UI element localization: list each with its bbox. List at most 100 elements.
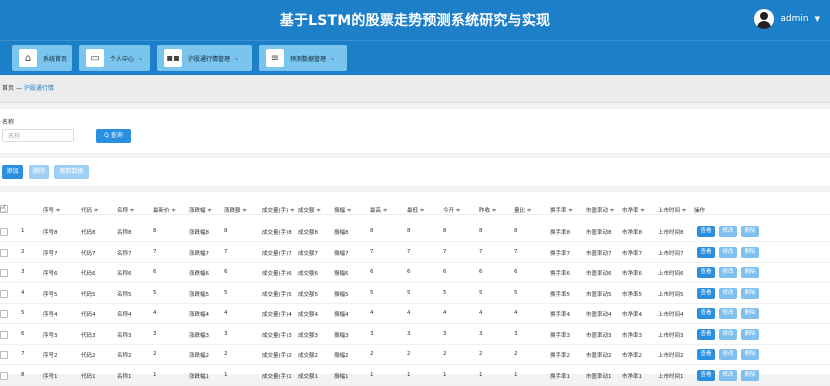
table-cell: 市盈率动5 <box>586 291 612 298</box>
nav-item-market-management[interactable]: ▪▪ 沪股通行情管理 ⌄ <box>157 45 252 71</box>
table-cell: 序号5 <box>43 291 58 298</box>
nav-item-home[interactable]: ⌂ 系统首页 <box>12 45 72 71</box>
row-edit-button[interactable]: 修改 <box>719 246 737 258</box>
row-edit-button[interactable]: 修改 <box>719 369 737 381</box>
row-view-button[interactable]: 查看 <box>697 287 715 299</box>
chevron-down-icon: ⌄ <box>138 54 144 62</box>
table-cell: 涨跌幅8 <box>189 230 209 236</box>
row-checkbox[interactable] <box>0 371 8 380</box>
column-header[interactable]: 成交额 ≑ <box>298 206 321 214</box>
column-header[interactable]: 量比 ≑ <box>514 206 531 214</box>
row-divider <box>0 384 830 386</box>
row-checkbox[interactable] <box>0 330 8 339</box>
row-edit-button[interactable]: 修改 <box>719 267 737 278</box>
table-cell: 换手率5 <box>550 291 570 298</box>
row-edit-button[interactable]: 修改 <box>719 308 737 319</box>
fetch-data-button[interactable]: 爬取数据 <box>54 165 89 179</box>
nav-item-prediction-management[interactable]: ≡ 预测数据管理 ⌄ <box>259 45 347 71</box>
row-view-button[interactable]: 查看 <box>697 226 715 237</box>
row-view-button[interactable]: 查看 <box>697 328 715 340</box>
column-header[interactable]: 最高 ≑ <box>370 206 387 214</box>
column-header[interactable]: 代码 ≑ <box>81 206 98 214</box>
breadcrumb-home[interactable]: 首页 <box>2 85 14 92</box>
column-header[interactable]: 昨收 ≑ <box>479 206 496 214</box>
row-delete-button[interactable]: 删除 <box>741 369 759 381</box>
table-cell: 换手率3 <box>550 332 570 339</box>
table-cell: 5 <box>443 289 447 296</box>
row-delete-button[interactable]: 删除 <box>741 308 759 319</box>
search-input[interactable]: 名称 <box>2 129 74 142</box>
column-header[interactable]: 最低 ≑ <box>407 206 424 214</box>
table-cell: 3 <box>370 330 374 337</box>
table-cell: 3 <box>224 330 228 337</box>
row-checkbox[interactable] <box>0 351 8 359</box>
column-header[interactable]: 最新价 ≑ <box>153 206 176 214</box>
table-cell: 换手率1 <box>550 373 570 380</box>
table-cell: 代码6 <box>81 271 96 277</box>
row-checkbox[interactable] <box>0 269 8 277</box>
table-cell: 序号6 <box>43 271 58 277</box>
column-header[interactable]: 今开 ≑ <box>443 206 460 214</box>
user-menu[interactable]: admin ▼ <box>754 9 820 29</box>
username: admin <box>780 14 809 24</box>
row-delete-button[interactable]: 删除 <box>741 267 759 278</box>
row-delete-button[interactable]: 删除 <box>741 349 759 360</box>
column-header[interactable]: 换手率 ≑ <box>550 206 573 214</box>
row-checkbox[interactable] <box>0 289 8 298</box>
table-cell: 市盈率动7 <box>586 250 612 257</box>
table-cell: 2 <box>443 351 447 357</box>
row-delete-button[interactable]: 删除 <box>741 246 759 258</box>
row-divider <box>0 261 830 263</box>
table-cell: 成交量(手)8 <box>262 230 292 236</box>
nav-item-personal-center[interactable]: ▭ 个人中心 ⌄ <box>79 45 150 71</box>
table-cell: 市净率6 <box>622 271 642 277</box>
table-cell: 2 <box>479 351 483 357</box>
table-cell: 1 <box>370 371 374 378</box>
column-header[interactable]: 名称 ≑ <box>117 206 134 214</box>
row-divider <box>0 323 830 324</box>
row-checkbox[interactable] <box>0 310 8 318</box>
row-edit-button[interactable]: 修改 <box>719 287 737 299</box>
column-header[interactable]: 振幅 ≑ <box>334 206 351 214</box>
table-cell: 名称8 <box>117 230 132 236</box>
row-edit-button[interactable]: 修改 <box>719 349 737 360</box>
table-cell: 成交量(手)3 <box>262 332 292 339</box>
table-cell: 3 <box>443 330 447 337</box>
row-delete-button[interactable]: 删除 <box>741 328 759 340</box>
column-header[interactable]: 涨跌幅 ≑ <box>189 206 212 214</box>
table-cell: 1 <box>153 371 157 378</box>
column-header[interactable]: 市净率 ≑ <box>622 206 645 214</box>
table-cell: 名称6 <box>117 271 132 277</box>
row-view-button[interactable]: 查看 <box>697 246 715 258</box>
column-header[interactable]: 市盈率动 ≑ <box>586 206 614 214</box>
table-cell: 成交量(手)2 <box>262 353 292 359</box>
row-edit-button[interactable]: 修改 <box>719 328 737 340</box>
column-header[interactable]: 涨跌额 ≑ <box>224 206 247 214</box>
table-cell: 上市时间5 <box>658 291 684 298</box>
column-header[interactable]: 成交量(手) ≑ <box>262 206 295 214</box>
row-view-button[interactable]: 查看 <box>697 369 715 381</box>
table-cell: 成交额2 <box>298 353 318 359</box>
table-cell: 4 <box>370 310 374 316</box>
search-button[interactable]: Q 查询 <box>96 129 131 143</box>
table-cell: 上市时间7 <box>658 250 684 257</box>
column-header[interactable]: 上市时间 ≑ <box>658 206 686 214</box>
table-cell: 8 <box>479 228 483 234</box>
row-delete-button[interactable]: 删除 <box>741 287 759 299</box>
table-cell: 7 <box>407 248 411 255</box>
table-cell: 4 <box>407 310 411 316</box>
pointer-cursor-icon: ☝ <box>0 204 7 215</box>
row-view-button[interactable]: 查看 <box>697 308 715 319</box>
row-view-button[interactable]: 查看 <box>697 349 715 360</box>
batch-delete-button[interactable]: 删除 <box>29 165 49 179</box>
row-delete-button[interactable]: 删除 <box>741 226 759 237</box>
row-view-button[interactable]: 查看 <box>697 267 715 278</box>
column-header[interactable]: 序号 ≑ <box>43 206 60 214</box>
row-checkbox[interactable] <box>0 228 8 236</box>
row-edit-button[interactable]: 修改 <box>719 226 737 237</box>
column-header[interactable]: 操作 <box>694 206 705 214</box>
add-button[interactable]: 添加 <box>2 165 23 179</box>
table-cell: 市净率8 <box>622 230 642 236</box>
row-checkbox[interactable] <box>0 248 8 257</box>
table-cell: 7 <box>479 248 483 255</box>
